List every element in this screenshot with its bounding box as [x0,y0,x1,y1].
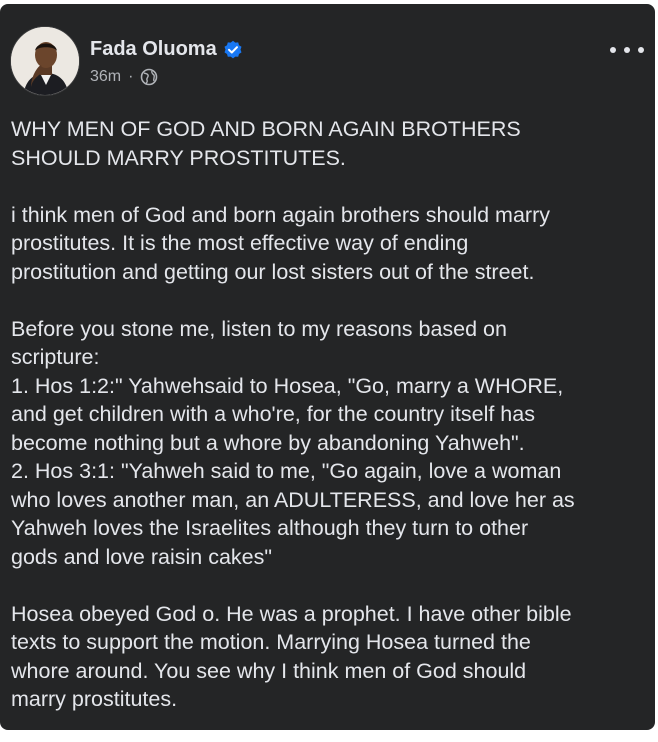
author-name[interactable]: Fada Oluoma [90,38,217,61]
more-options-icon[interactable] [610,40,644,60]
post-meta: 36m · [90,68,158,86]
text-line: Yahweh loves the Israelites although the… [11,516,529,540]
text-line: SHOULD MARRY PROSTITUTES. [11,145,346,170]
globe-icon[interactable] [140,68,158,86]
avatar-image [11,27,79,95]
text-line: WHY MEN OF GOD AND BORN AGAIN BROTHERS [11,117,521,141]
text-line: prostitutes. It is the most effective wa… [11,231,469,255]
text-line: 2. Hos 3:1: "Yahweh said to me, "Go agai… [11,459,562,483]
avatar[interactable] [10,26,80,96]
paragraph-reasons: Before you stone me, listen to my reason… [11,315,647,572]
paragraph-intro: i think men of God and born again brothe… [11,201,647,287]
text-line: and get children with a who're, for the … [11,402,535,426]
post-header: Fada Oluoma 36m · [10,26,650,96]
verified-badge-icon [223,40,243,60]
text-line: prostitution and getting our lost sister… [11,259,535,284]
text-line: gods and love raisin cakes" [11,544,273,569]
text-line: who loves another man, an ADULTERESS, an… [11,487,575,512]
text-line: whore around. You see why I think men of… [11,658,527,683]
text-line: scripture: [11,345,100,369]
post-title: WHY MEN OF GOD AND BORN AGAIN BROTHERS S… [11,115,647,172]
text-line: Before you stone me, listen to my reason… [11,316,507,341]
post-time[interactable]: 36m [90,68,121,86]
text-line: 1. Hos 1:2:" Yahwehsaid to Hosea, "Go, m… [11,373,564,398]
meta-separator: · [128,68,134,85]
text-line: marry prostitutes. [11,687,178,711]
text-line: i think men of God and born again brothe… [11,202,550,227]
author-row: Fada Oluoma [90,38,243,61]
text-line: texts to support the motion. Marrying Ho… [11,630,531,654]
text-line: Hosea obeyed God o. He was a prophet. I … [11,601,572,626]
text-line: become nothing but a whore by abandoning… [11,430,525,455]
post-card: Fada Oluoma 36m · WHY MEN OF GOD AND BOR… [0,4,655,730]
paragraph-conclusion: Hosea obeyed God o. He was a prophet. I … [11,600,647,714]
post-text: WHY MEN OF GOD AND BORN AGAIN BROTHERS S… [11,115,647,742]
